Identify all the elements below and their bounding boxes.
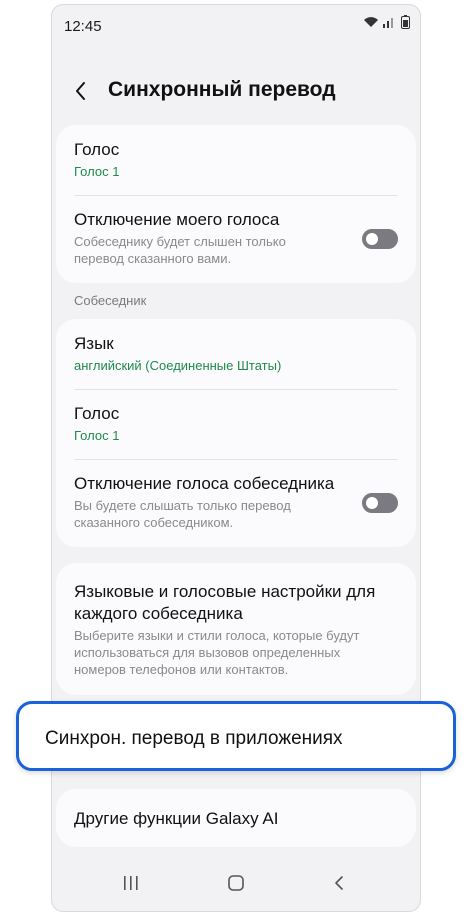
navigation-bar — [52, 861, 420, 911]
divider — [74, 459, 398, 460]
mute-partner-voice-toggle[interactable] — [362, 493, 398, 513]
mute-partner-voice-title: Отключение голоса собеседника — [74, 474, 335, 493]
back-arrow-icon[interactable] — [70, 77, 92, 105]
per-contact-desc-line2: использоваться для вызовов определенных — [74, 645, 341, 660]
partner-voice-value: Голос 1 — [74, 428, 120, 443]
other-features-label: Другие функции Galaxy AI — [74, 809, 279, 828]
voice-value: Голос 1 — [74, 164, 120, 179]
mute-partner-desc-line1: Вы будете слышать только перевод — [74, 498, 291, 513]
mute-partner-desc-line2: сказанного собеседником. — [74, 515, 234, 530]
divider — [74, 195, 398, 196]
divider — [74, 389, 398, 390]
voice-title: Голос — [74, 140, 120, 159]
signal-icon — [383, 18, 393, 28]
phone-screen: 12:45 Синхронный перевод Голос Голос 1 О… — [51, 4, 421, 912]
status-bar: 12:45 — [52, 5, 420, 45]
my-settings-card: Голос Голос 1 Отключение моего голоса Со… — [56, 125, 416, 283]
mute-partner-voice-setting[interactable]: Отключение голоса собеседника Вы будете … — [74, 473, 346, 531]
sync-translate-in-apps-button[interactable]: Синхрон. перевод в приложениях — [16, 701, 456, 771]
language-value: английский (Соединенные Штаты) — [74, 358, 282, 373]
per-contact-card[interactable]: Языковые и голосовые настройки для каждо… — [56, 563, 416, 695]
language-title: Язык — [74, 334, 114, 353]
mute-my-voice-toggle[interactable] — [362, 229, 398, 249]
partner-voice-setting[interactable]: Голос Голос 1 — [74, 403, 398, 443]
status-icons — [363, 15, 410, 29]
per-contact-title-line2: каждого собеседника — [74, 604, 243, 623]
language-setting[interactable]: Язык английский (Соединенные Штаты) — [74, 333, 398, 373]
per-contact-desc-line3: номеров телефонов или контактов. — [74, 662, 289, 677]
per-contact-desc-line1: Выберите языки и стили голоса, которые б… — [74, 628, 360, 643]
back-icon[interactable] — [332, 875, 346, 891]
mute-my-voice-title: Отключение моего голоса — [74, 210, 280, 229]
status-time: 12:45 — [64, 18, 102, 35]
toggle-knob — [366, 497, 378, 509]
toggle-knob — [366, 233, 378, 245]
partner-settings-card: Язык английский (Соединенные Штаты) Голо… — [56, 319, 416, 547]
battery-icon — [401, 15, 410, 29]
voice-setting[interactable]: Голос Голос 1 — [74, 139, 398, 179]
mute-my-voice-desc-line1: Собеседнику будет слышен только — [74, 234, 286, 249]
mute-my-voice-desc-line2: перевод сказанного вами. — [74, 251, 232, 266]
wifi-icon — [364, 17, 378, 27]
partner-section-header: Собеседник — [74, 293, 147, 308]
partner-voice-title: Голос — [74, 404, 120, 423]
home-icon[interactable] — [227, 875, 245, 891]
per-contact-setting: Языковые и голосовые настройки для каждо… — [74, 581, 398, 678]
mute-my-voice-setting[interactable]: Отключение моего голоса Собеседнику буде… — [74, 209, 346, 267]
page-title: Синхронный перевод — [108, 78, 336, 101]
other-features-card[interactable]: Другие функции Galaxy AI — [56, 789, 416, 847]
recent-apps-icon[interactable] — [122, 875, 140, 891]
sync-translate-in-apps-label: Синхрон. перевод в приложениях — [45, 728, 343, 749]
per-contact-title-line1: Языковые и голосовые настройки для — [74, 582, 376, 601]
app-bar: Синхронный перевод — [52, 65, 420, 117]
